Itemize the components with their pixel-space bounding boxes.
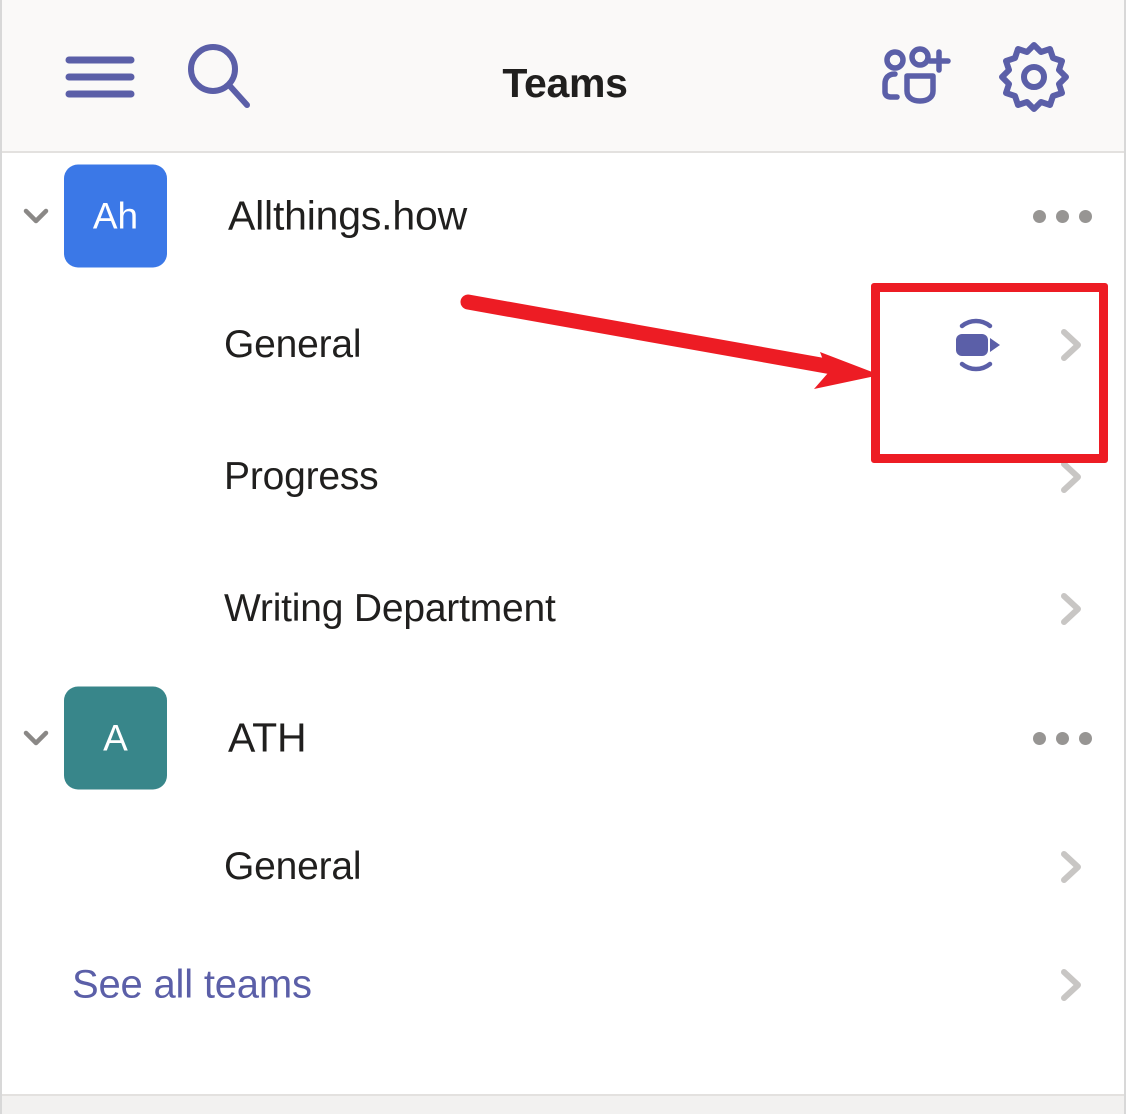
- team-overflow-menu-icon[interactable]: [1024, 713, 1100, 763]
- channel-name: General: [224, 845, 362, 888]
- chevron-down-icon[interactable]: [16, 718, 56, 758]
- team-name: Allthings.how: [228, 192, 467, 239]
- chevron-right-icon[interactable]: [1048, 844, 1094, 890]
- bottom-divider: [2, 1094, 1124, 1114]
- channel-row[interactable]: Progress: [2, 411, 1124, 543]
- gear-icon[interactable]: [996, 42, 1072, 112]
- meet-now-video-icon[interactable]: [944, 317, 1008, 373]
- channel-name: General: [224, 323, 362, 366]
- avatar-initials: A: [103, 717, 128, 758]
- team-row[interactable]: A ATH: [2, 675, 1124, 801]
- chevron-right-icon[interactable]: [1048, 322, 1094, 368]
- avatar: Ah: [64, 164, 167, 268]
- teams-mobile-screen: Teams Ah Allthings.how General Progress …: [0, 0, 1126, 1114]
- chevron-right-icon[interactable]: [1048, 454, 1094, 500]
- channel-name: Writing Department: [224, 587, 556, 630]
- teams-list: Ah Allthings.how General Progress Writin…: [2, 153, 1124, 1037]
- channel-name: Progress: [224, 455, 379, 498]
- join-or-create-team-icon[interactable]: [878, 46, 954, 108]
- channel-row[interactable]: General: [2, 279, 1124, 411]
- chevron-right-icon[interactable]: [1048, 962, 1094, 1008]
- page-title: Teams: [502, 60, 628, 106]
- app-header: Teams: [2, 0, 1124, 153]
- team-row[interactable]: Ah Allthings.how: [2, 153, 1124, 279]
- avatar-initials: Ah: [92, 195, 139, 236]
- avatar: A: [64, 686, 167, 790]
- see-all-teams-row[interactable]: See all teams: [2, 933, 1124, 1037]
- channel-row[interactable]: Writing Department: [2, 543, 1124, 675]
- team-overflow-menu-icon[interactable]: [1024, 191, 1100, 241]
- see-all-teams-label: See all teams: [72, 962, 312, 1007]
- team-name: ATH: [228, 714, 307, 761]
- chevron-right-icon[interactable]: [1048, 586, 1094, 632]
- chevron-down-icon[interactable]: [16, 196, 56, 236]
- channel-row[interactable]: General: [2, 801, 1124, 933]
